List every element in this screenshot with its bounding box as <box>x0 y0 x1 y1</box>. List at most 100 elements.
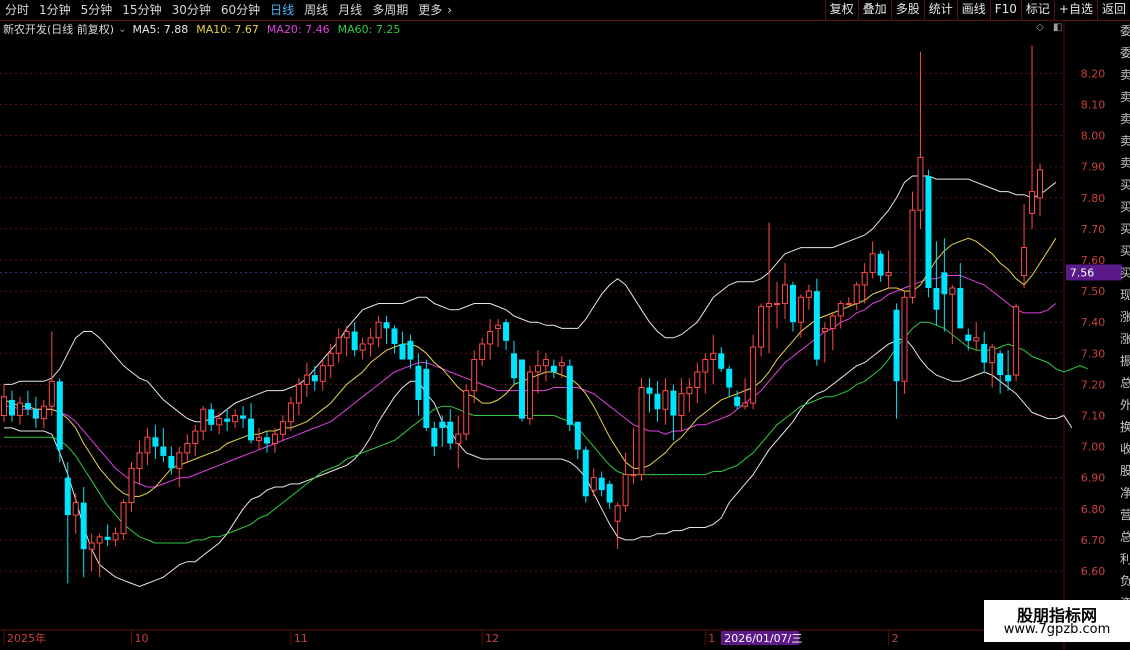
y-tick-label: 7.70 <box>1081 223 1106 236</box>
candle-body <box>821 327 828 333</box>
candle-body <box>614 505 621 522</box>
candle-body <box>622 474 629 507</box>
candle-body <box>893 309 900 382</box>
candle-body <box>248 418 255 441</box>
side-panel-label: 涨 <box>1120 332 1130 346</box>
candle-body <box>216 418 223 426</box>
side-panel-label: 涨 <box>1120 310 1130 324</box>
candle-body <box>32 409 39 419</box>
candle-body <box>144 436 151 454</box>
x-tick-label: 2 <box>892 632 899 645</box>
candle-body <box>343 331 350 339</box>
side-panel-label: 振 <box>1120 354 1130 368</box>
y-tick-label: 6.70 <box>1081 534 1106 547</box>
candle-body <box>973 337 980 342</box>
candle-body <box>240 415 247 419</box>
candle-body <box>957 287 964 329</box>
candle-body <box>797 296 804 323</box>
candle-body <box>56 381 63 450</box>
candle-body <box>263 437 270 444</box>
side-panel-label: 负 <box>1120 574 1130 588</box>
side-panel-label: 卖 <box>1120 134 1130 148</box>
candle-body <box>670 390 677 416</box>
x-tick-label: 12 <box>485 632 499 645</box>
candlestick-chart[interactable]: 6.60 6.70 6.80 6.90 7.00 7.10 7.20 7.30 7.40 7.50… <box>0 0 1130 650</box>
candle-body <box>359 343 366 351</box>
candle-body <box>965 334 972 341</box>
candle-body <box>192 430 199 444</box>
candle-body <box>152 437 159 447</box>
candle-body <box>758 306 765 348</box>
side-panel-label: 股 <box>1120 464 1130 478</box>
candle-body <box>40 405 47 420</box>
candle-body <box>574 421 581 450</box>
y-tick-label: 7.00 <box>1081 441 1106 454</box>
candle-body <box>295 383 302 404</box>
candle-body <box>941 272 948 295</box>
candle-body <box>160 446 167 456</box>
y-tick-label: 6.60 <box>1081 565 1106 578</box>
x-tick-label: 1 <box>708 632 715 645</box>
candle-body <box>431 427 438 447</box>
candle-body <box>463 390 470 435</box>
x-tick-label: 2025年 <box>7 631 46 645</box>
candle-body <box>279 421 286 435</box>
candle-body <box>694 371 701 389</box>
candle-body <box>558 362 565 367</box>
candle-body <box>96 536 103 544</box>
candle-body <box>447 421 454 444</box>
candle-body <box>646 387 653 394</box>
candle-body <box>734 396 741 407</box>
candle-body <box>542 359 549 367</box>
candle-body <box>1021 247 1028 277</box>
candle-body <box>208 409 215 425</box>
candle-body <box>399 343 406 360</box>
candle-body <box>702 359 709 373</box>
candle-body <box>495 324 502 329</box>
candle-body <box>662 390 669 410</box>
y-tick-label: 7.90 <box>1081 161 1106 174</box>
side-panel-label: 净 <box>1120 486 1130 500</box>
candle-body <box>128 467 135 504</box>
candle-body <box>997 353 1004 376</box>
side-panel-label: 卖 <box>1120 156 1130 170</box>
candle-body <box>933 287 940 310</box>
side-panel-label: 营 <box>1120 508 1130 522</box>
y-tick-label: 7.80 <box>1081 192 1106 205</box>
side-panel-label: 现 <box>1120 288 1130 302</box>
candle-body <box>375 321 382 339</box>
side-panel-label: 卖 <box>1120 68 1130 82</box>
candle-body <box>534 365 541 373</box>
side-panel-label: 卖 <box>1120 90 1130 104</box>
y-tick-label: 7.30 <box>1081 347 1106 360</box>
candle-body <box>598 477 605 491</box>
candle-body <box>877 253 884 276</box>
candle-body <box>718 353 725 369</box>
y-tick-label: 8.20 <box>1081 67 1106 80</box>
candle-body <box>112 533 119 541</box>
side-panel-label: 收 <box>1120 442 1130 456</box>
candle-body <box>781 284 788 305</box>
candle-body <box>327 352 334 367</box>
candle-body <box>319 365 326 382</box>
candle-body <box>550 365 557 372</box>
candle-body <box>638 387 645 476</box>
y-tick-label: 6.80 <box>1081 503 1106 516</box>
x-tick-label: 2026/01/07/三 <box>724 632 802 645</box>
side-panel-label: 买 <box>1120 266 1130 280</box>
side-panel-label: 卖 <box>1120 112 1130 126</box>
candle-body <box>630 474 637 477</box>
candle-body <box>606 483 613 503</box>
candle-body <box>303 374 310 385</box>
y-tick-label: 7.50 <box>1081 285 1106 298</box>
y-tick-label: 8.10 <box>1081 99 1106 112</box>
site-watermark: 股朋指标网 www.7gpzb.com <box>984 600 1130 642</box>
candle-body <box>72 502 79 516</box>
candle-body <box>232 415 239 423</box>
side-panel-label: 买 <box>1120 200 1130 214</box>
candle-body <box>64 477 71 516</box>
candle-body <box>383 322 390 329</box>
candle-body <box>837 303 844 317</box>
candle-body <box>311 375 318 382</box>
candle-body <box>869 253 876 273</box>
